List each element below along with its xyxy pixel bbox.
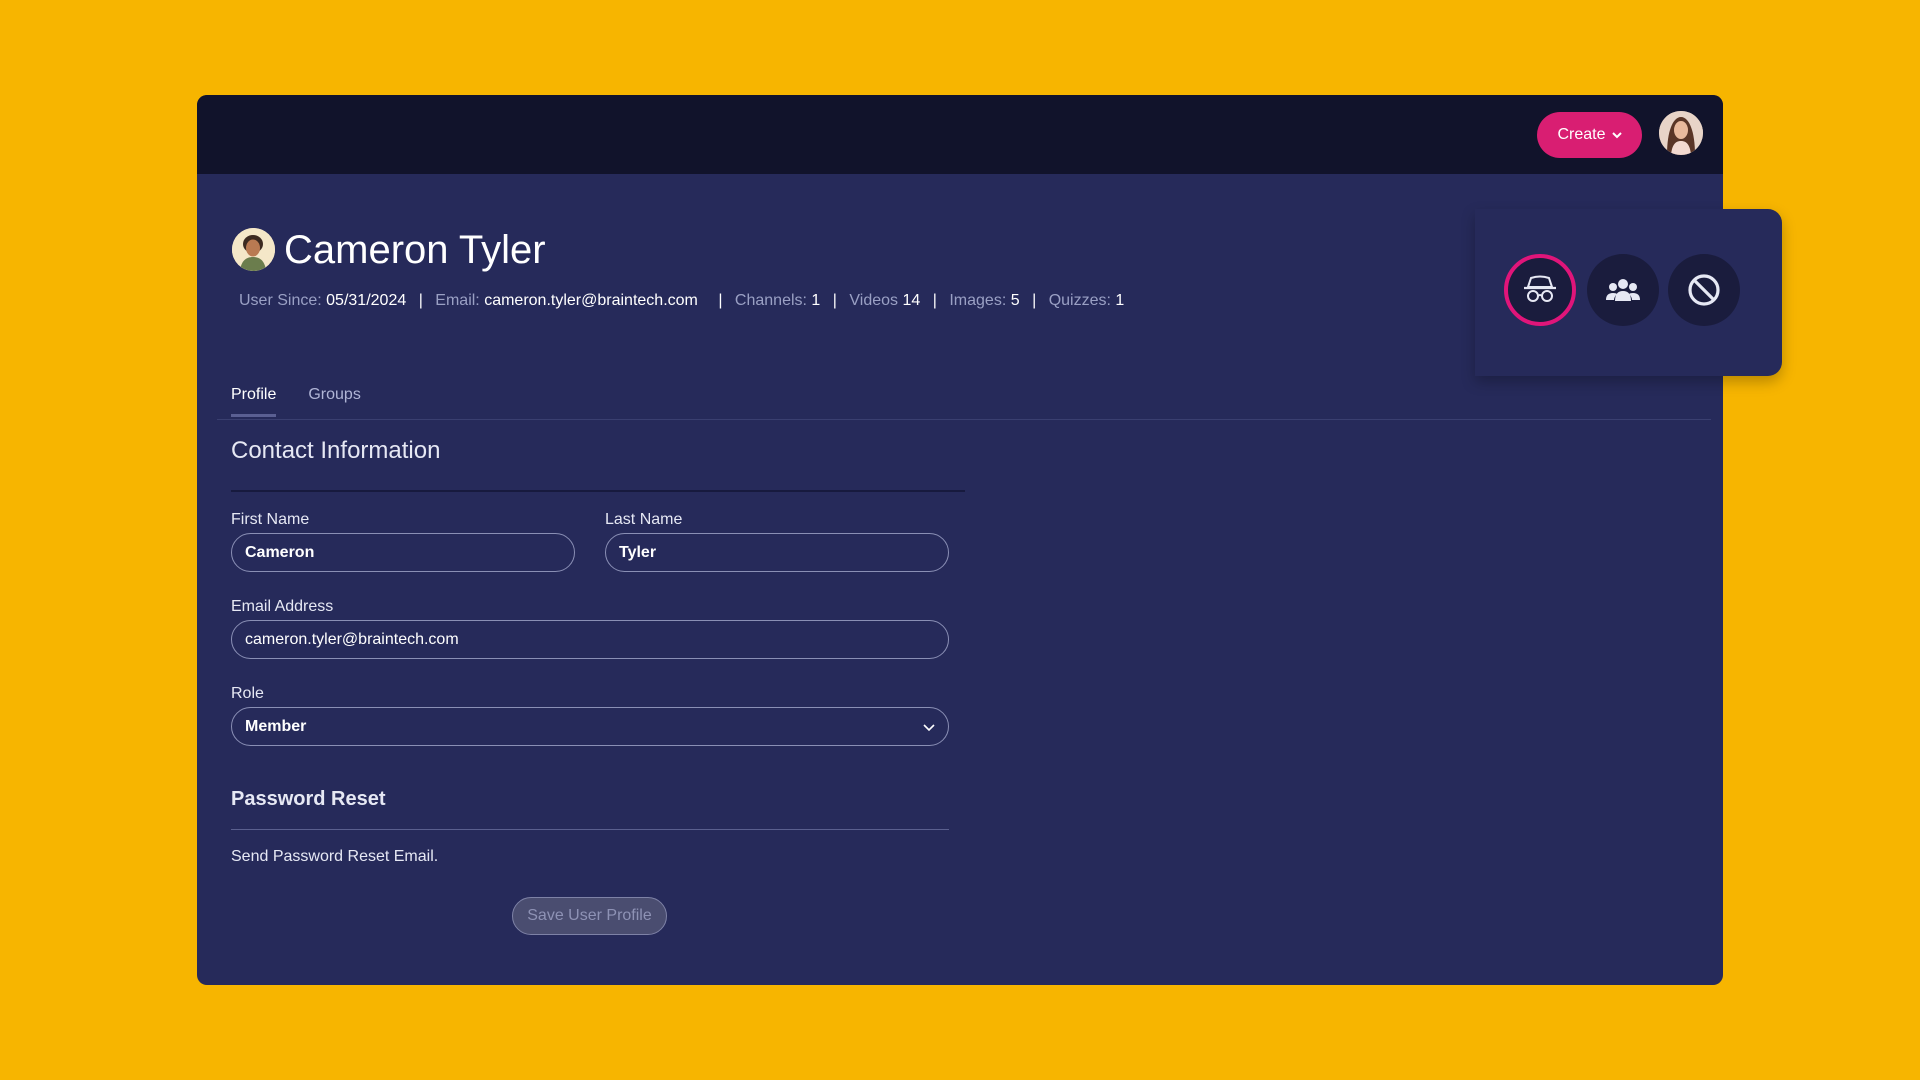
- send-password-reset-link[interactable]: Send Password Reset Email.: [231, 848, 438, 866]
- email-address-input[interactable]: cameron.tyler@braintech.com: [231, 620, 949, 659]
- videos-label: Videos: [849, 292, 899, 309]
- channels-label: Channels:: [734, 292, 807, 309]
- meta-separator: |: [1032, 292, 1037, 309]
- role-select-value: Member: [245, 717, 307, 735]
- email-value: cameron.tyler@braintech.com: [484, 292, 698, 309]
- password-divider: [231, 829, 949, 830]
- save-user-profile-button[interactable]: Save User Profile: [512, 897, 667, 935]
- tabs-divider: [217, 419, 1711, 420]
- user-since-label: User Since:: [239, 292, 322, 309]
- videos-value: 14: [902, 292, 921, 309]
- meta-separator: |: [932, 292, 937, 309]
- profile-tabs: Profile Groups: [231, 386, 361, 417]
- section-divider: [231, 490, 965, 492]
- top-bar: Create: [197, 95, 1723, 174]
- user-since-value: 05/31/2024: [326, 292, 407, 309]
- channels-value: 1: [811, 292, 821, 309]
- create-button[interactable]: Create: [1537, 112, 1642, 158]
- first-name-label: First Name: [231, 511, 310, 528]
- current-user-avatar[interactable]: [1659, 111, 1703, 155]
- block-user-button[interactable]: [1668, 254, 1740, 326]
- images-value: 5: [1010, 292, 1020, 309]
- first-name-input[interactable]: Cameron: [231, 533, 575, 572]
- meta-separator: |: [832, 292, 837, 309]
- meta-separator: |: [418, 292, 423, 309]
- email-label: Email:: [435, 292, 480, 309]
- tab-groups[interactable]: Groups: [308, 386, 360, 417]
- last-name-input[interactable]: Tyler: [605, 533, 949, 572]
- password-reset-title: Password Reset: [231, 788, 386, 810]
- block-icon: [1688, 274, 1720, 306]
- contact-section-title: Contact Information: [231, 437, 441, 464]
- role-label: Role: [231, 685, 264, 702]
- email-address-label: Email Address: [231, 598, 334, 615]
- chevron-down-icon: [1611, 132, 1622, 139]
- images-label: Images:: [949, 292, 1007, 309]
- quizzes-value: 1: [1115, 292, 1125, 309]
- user-meta: User Since: 05/31/2024 | Email: cameron.…: [239, 292, 1124, 310]
- incognito-icon: [1524, 275, 1556, 302]
- quizzes-label: Quizzes:: [1048, 292, 1111, 309]
- impersonate-button[interactable]: [1504, 254, 1576, 326]
- chevron-down-icon: [923, 724, 935, 732]
- meta-separator: |: [718, 292, 723, 309]
- last-name-label: Last Name: [605, 511, 683, 528]
- create-button-label: Create: [1557, 126, 1606, 143]
- users-icon: [1606, 279, 1640, 301]
- user-avatar: [232, 228, 275, 271]
- manage-groups-button[interactable]: [1587, 254, 1659, 326]
- role-select[interactable]: Member: [231, 707, 949, 746]
- tab-profile[interactable]: Profile: [231, 386, 277, 417]
- user-name: Cameron Tyler: [284, 228, 546, 272]
